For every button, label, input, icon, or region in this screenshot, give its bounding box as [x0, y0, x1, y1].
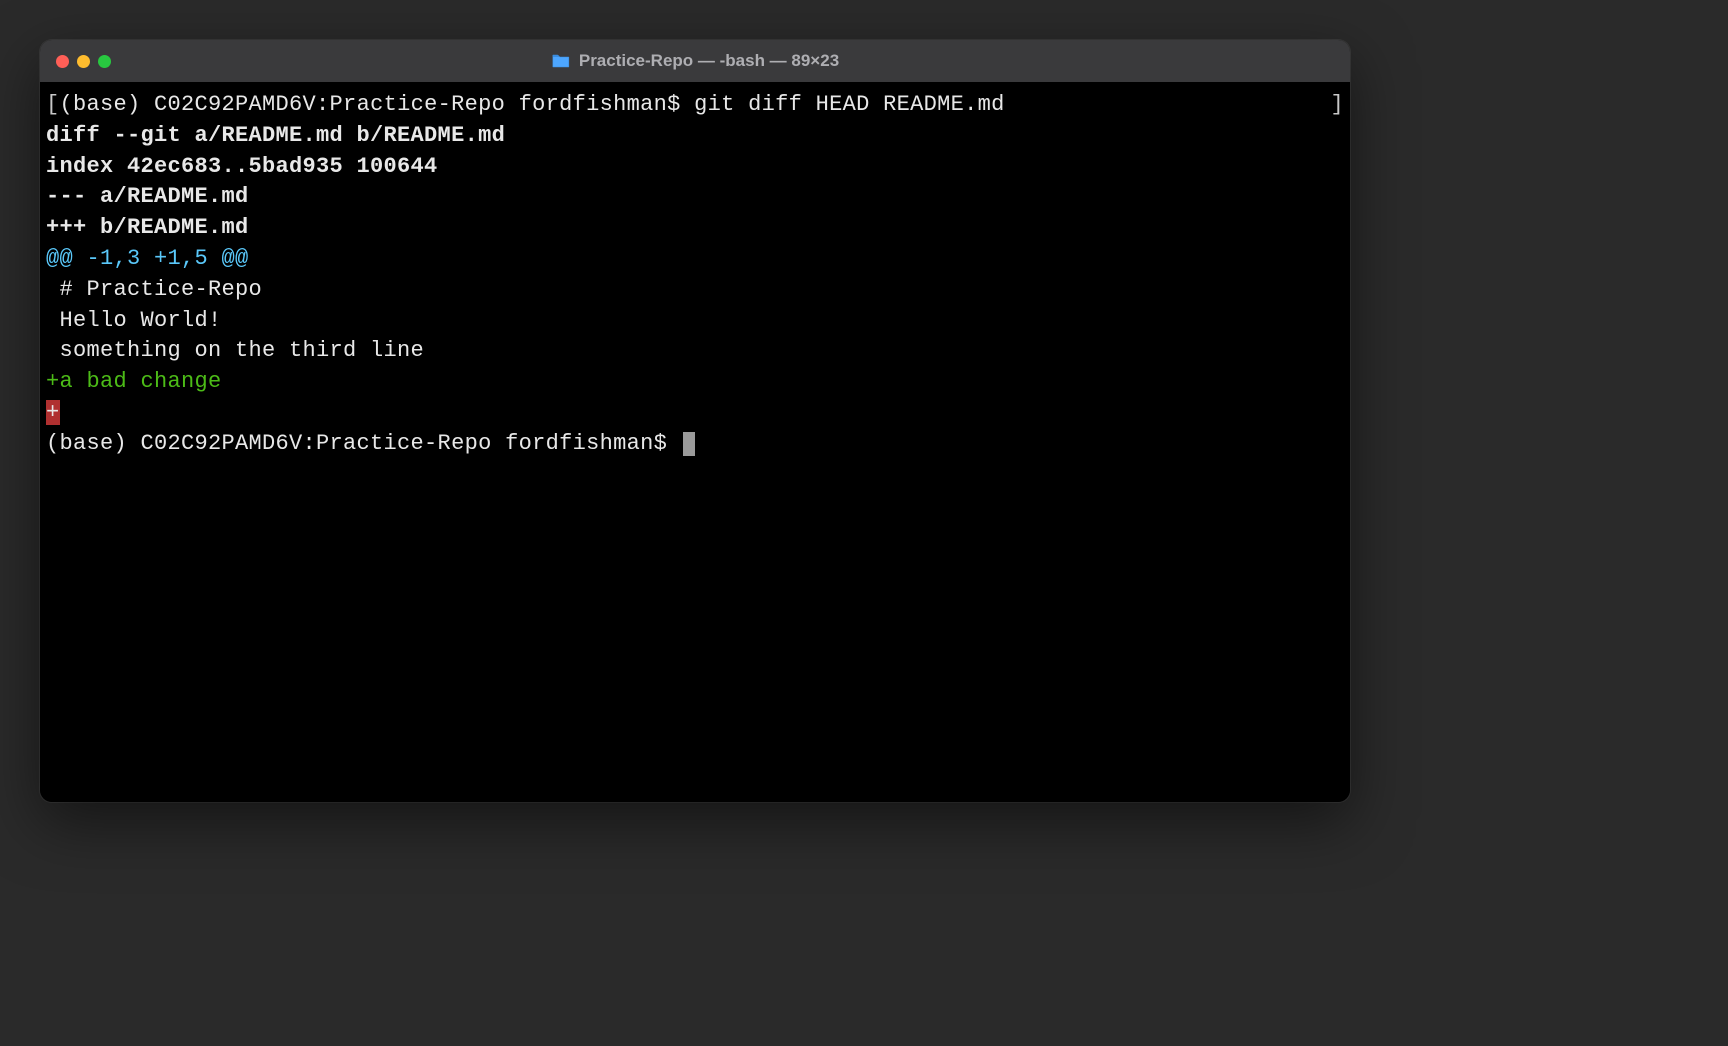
traffic-lights	[56, 55, 111, 68]
maximize-button[interactable]	[98, 55, 111, 68]
prompt-line-2: (base) C02C92PAMD6V:Practice-Repo fordfi…	[46, 429, 1344, 460]
diff-added-1: +a bad change	[46, 367, 1344, 398]
diff-added-2: +	[46, 398, 1344, 429]
minimize-button[interactable]	[77, 55, 90, 68]
diff-index: index 42ec683..5bad935 100644	[46, 152, 1344, 183]
diff-context-2: Hello World!	[46, 306, 1344, 337]
diff-hunk: @@ -1,3 +1,5 @@	[46, 244, 1344, 275]
prompt-line-1: [(base) C02C92PAMD6V:Practice-Repo fordf…	[46, 90, 1344, 121]
prompt-command-1: (base) C02C92PAMD6V:Practice-Repo fordfi…	[60, 92, 1005, 117]
open-bracket: [	[46, 92, 60, 117]
diff-context-3: something on the third line	[46, 336, 1344, 367]
cursor	[683, 432, 695, 456]
terminal-window: Practice-Repo — -bash — 89×23 [(base) C0…	[40, 40, 1350, 802]
close-bracket: ]	[1330, 90, 1344, 121]
diff-minus-file: --- a/README.md	[46, 182, 1344, 213]
diff-plus-file: +++ b/README.md	[46, 213, 1344, 244]
terminal-body[interactable]: [(base) C02C92PAMD6V:Practice-Repo fordf…	[40, 82, 1350, 802]
diff-header: diff --git a/README.md b/README.md	[46, 121, 1344, 152]
window-title: Practice-Repo — -bash — 89×23	[551, 51, 839, 71]
titlebar[interactable]: Practice-Repo — -bash — 89×23	[40, 40, 1350, 82]
folder-icon	[551, 53, 571, 69]
prompt-2: (base) C02C92PAMD6V:Practice-Repo fordfi…	[46, 431, 681, 456]
close-button[interactable]	[56, 55, 69, 68]
window-title-text: Practice-Repo — -bash — 89×23	[579, 51, 839, 71]
diff-context-1: # Practice-Repo	[46, 275, 1344, 306]
diff-added-plus: +	[46, 400, 60, 425]
